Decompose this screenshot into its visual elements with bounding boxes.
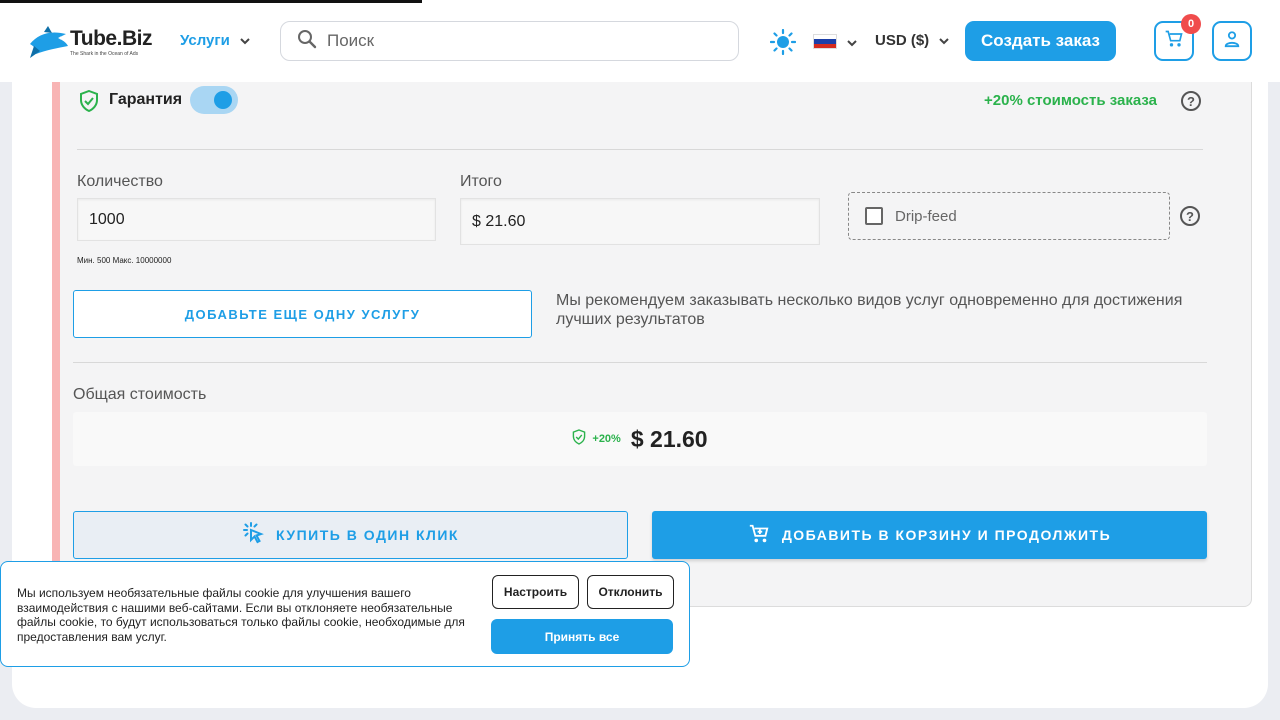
- russia-flag-icon[interactable]: [813, 34, 837, 49]
- shield-check-icon: [572, 428, 586, 450]
- total-label: Итого: [460, 173, 502, 190]
- user-account-button[interactable]: [1212, 21, 1252, 61]
- add-to-cart-label: ДОБАВИТЬ В КОРЗИНУ И ПРОДОЛЖИТЬ: [781, 527, 1112, 543]
- user-icon: [1223, 30, 1241, 53]
- cookie-text: Мы используем необязательные файлы cooki…: [17, 586, 465, 644]
- search-icon: [297, 29, 317, 54]
- quantity-limits: Мин. 500 Макс. 10000000: [77, 256, 172, 265]
- search-input[interactable]: [327, 31, 707, 51]
- dripfeed-checkbox[interactable]: [865, 207, 883, 225]
- chevron-down-icon: [240, 32, 250, 49]
- create-order-button[interactable]: Создать заказ: [965, 21, 1116, 61]
- shield-check-icon: [79, 89, 99, 117]
- currency-selector[interactable]: USD ($): [875, 32, 949, 49]
- total-field: $ 21.60: [460, 198, 820, 245]
- divider: [73, 362, 1207, 363]
- cursor-click-icon: [242, 521, 264, 549]
- cart-count-badge: 0: [1181, 14, 1201, 34]
- quantity-label: Количество: [77, 173, 163, 190]
- add-to-cart-button[interactable]: ДОБАВИТЬ В КОРЗИНУ И ПРОДОЛЖИТЬ: [652, 511, 1207, 559]
- logo-text: Tube.Biz: [70, 27, 152, 50]
- chevron-down-icon[interactable]: [847, 34, 857, 52]
- page-load-bar: [0, 0, 422, 3]
- services-menu[interactable]: Услуги: [180, 32, 250, 49]
- sun-icon[interactable]: [769, 28, 797, 60]
- logo[interactable]: Tube.Biz The Shark in the Ocean of Ads: [28, 24, 153, 60]
- cart-icon: [1164, 29, 1184, 54]
- cookie-accept-all-button[interactable]: Принять все: [491, 619, 673, 654]
- search-bar[interactable]: [280, 21, 739, 61]
- site-header: Tube.Biz The Shark in the Ocean of Ads У…: [0, 0, 1280, 82]
- grand-total-pct: +20%: [592, 433, 621, 445]
- logo-tagline: The Shark in the Ocean of Ads: [70, 51, 139, 57]
- currency-label: USD ($): [875, 32, 930, 49]
- toggle-knob: [214, 91, 232, 109]
- guarantee-markup-text: +20% стоимость заказа: [984, 92, 1157, 109]
- quantity-input[interactable]: 1000: [77, 198, 436, 241]
- add-service-button[interactable]: ДОБАВЬТЕ ЕЩЕ ОДНУ УСЛУГУ: [73, 290, 532, 338]
- help-icon[interactable]: ?: [1181, 91, 1201, 111]
- buy-one-click-label: КУПИТЬ В ОДИН КЛИК: [276, 527, 459, 543]
- cookie-decline-button[interactable]: Отклонить: [587, 575, 674, 609]
- buy-one-click-button[interactable]: КУПИТЬ В ОДИН КЛИК: [73, 511, 628, 559]
- shark-logo-icon: [28, 24, 70, 65]
- dripfeed-option[interactable]: Drip-feed: [848, 192, 1170, 240]
- services-label: Услуги: [180, 32, 230, 49]
- cart-icon: [748, 523, 770, 548]
- recommend-text: Мы рекомендуем заказывать несколько видо…: [556, 292, 1183, 328]
- guarantee-toggle[interactable]: [190, 86, 238, 114]
- chevron-down-icon: [939, 32, 949, 49]
- cookie-configure-button[interactable]: Настроить: [492, 575, 579, 609]
- grand-total-value: $ 21.60: [630, 425, 708, 452]
- dripfeed-help-icon[interactable]: ?: [1180, 206, 1200, 226]
- guarantee-label: Гарантия: [109, 91, 183, 108]
- dripfeed-label: Drip-feed: [895, 207, 957, 225]
- divider: [77, 149, 1203, 150]
- grand-total-box: +20% $ 21.60: [73, 412, 1207, 466]
- grand-total-label: Общая стоимость: [73, 386, 207, 403]
